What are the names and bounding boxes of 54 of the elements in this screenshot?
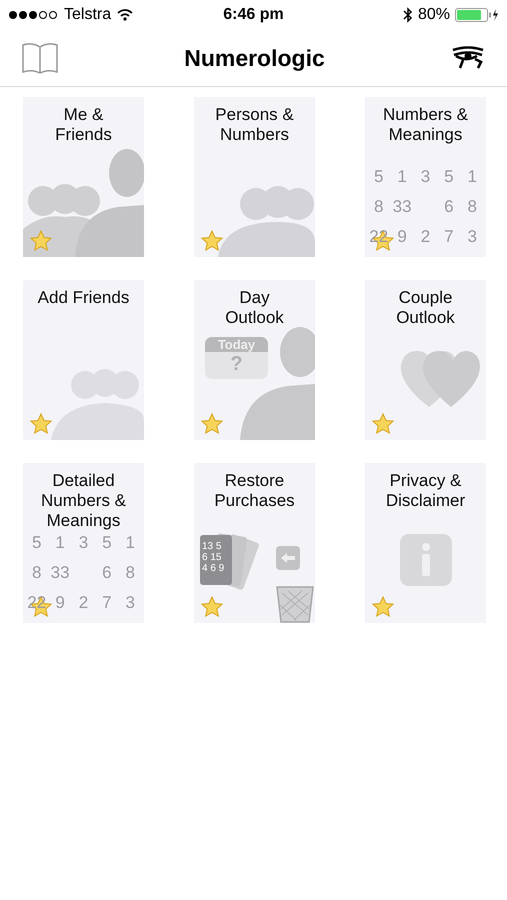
clock-time: 6:46 pm [223, 5, 284, 25]
background-digit: 8 [468, 197, 478, 217]
background-digit: 5 [374, 167, 384, 187]
menu-tile[interactable]: Me & Friends [23, 97, 144, 257]
background-digit: 5 [444, 167, 454, 187]
battery-icon [455, 8, 499, 22]
background-digit: 3 [126, 593, 136, 613]
background-digit: 3 [420, 167, 430, 187]
background-digit: 7 [102, 593, 112, 613]
tile-title: Add Friends [38, 288, 130, 308]
background-digit: 33 [392, 197, 412, 217]
battery-percent: 80% [418, 5, 450, 25]
background-digit: 33 [50, 563, 70, 583]
wastebasket-icon [276, 585, 314, 623]
background-digit: 1 [468, 167, 478, 187]
tile-title: Numbers & Meanings [382, 105, 468, 145]
background-digit: 7 [444, 227, 454, 247]
hearts-icon [399, 349, 481, 409]
background-digit: 1 [55, 533, 65, 553]
wifi-icon [117, 9, 134, 21]
background-digit: 8 [126, 563, 136, 583]
menu-tile[interactable]: Restore Purchases 13 5 6 15 4 6 9 [194, 463, 315, 623]
background-digit: 3 [78, 533, 88, 553]
background-digit: 6 [102, 563, 112, 583]
signal-icon [8, 10, 58, 20]
bluetooth-icon [402, 7, 413, 23]
eye-icon[interactable] [451, 46, 485, 70]
background-digit: 2 [78, 593, 88, 613]
menu-tile[interactable]: Couple Outlook [365, 280, 486, 440]
background-digit: 6 [444, 197, 454, 217]
tile-title: Day Outlook [225, 288, 284, 328]
menu-tile[interactable]: Add Friends [23, 280, 144, 440]
tile-title: Privacy & Disclaimer [386, 471, 466, 511]
background-digit: 8 [32, 563, 42, 583]
tile-title: Restore Purchases [214, 471, 295, 511]
tile-title: Me & Friends [55, 105, 112, 145]
info-icon [399, 533, 453, 587]
tile-title: Detailed Numbers & Meanings [40, 471, 126, 531]
background-digit: 1 [397, 167, 407, 187]
app-title: Numerologic [184, 44, 325, 73]
menu-tile[interactable]: Privacy & Disclaimer [365, 463, 486, 623]
tile-title: Couple Outlook [396, 288, 455, 328]
background-digit: 3 [468, 227, 478, 247]
background-digit: 9 [397, 227, 407, 247]
carrier-name: Telstra [64, 5, 112, 25]
book-icon[interactable] [22, 42, 58, 74]
background-digit: 9 [55, 593, 65, 613]
background-digit: 8 [374, 197, 384, 217]
background-digit: 1 [126, 533, 136, 553]
background-digit: 2 [420, 227, 430, 247]
background-digit: 5 [102, 533, 112, 553]
menu-tile[interactable]: Persons & Numbers [194, 97, 315, 257]
background-digit: 5 [32, 533, 42, 553]
tile-title: Persons & Numbers [215, 105, 294, 145]
